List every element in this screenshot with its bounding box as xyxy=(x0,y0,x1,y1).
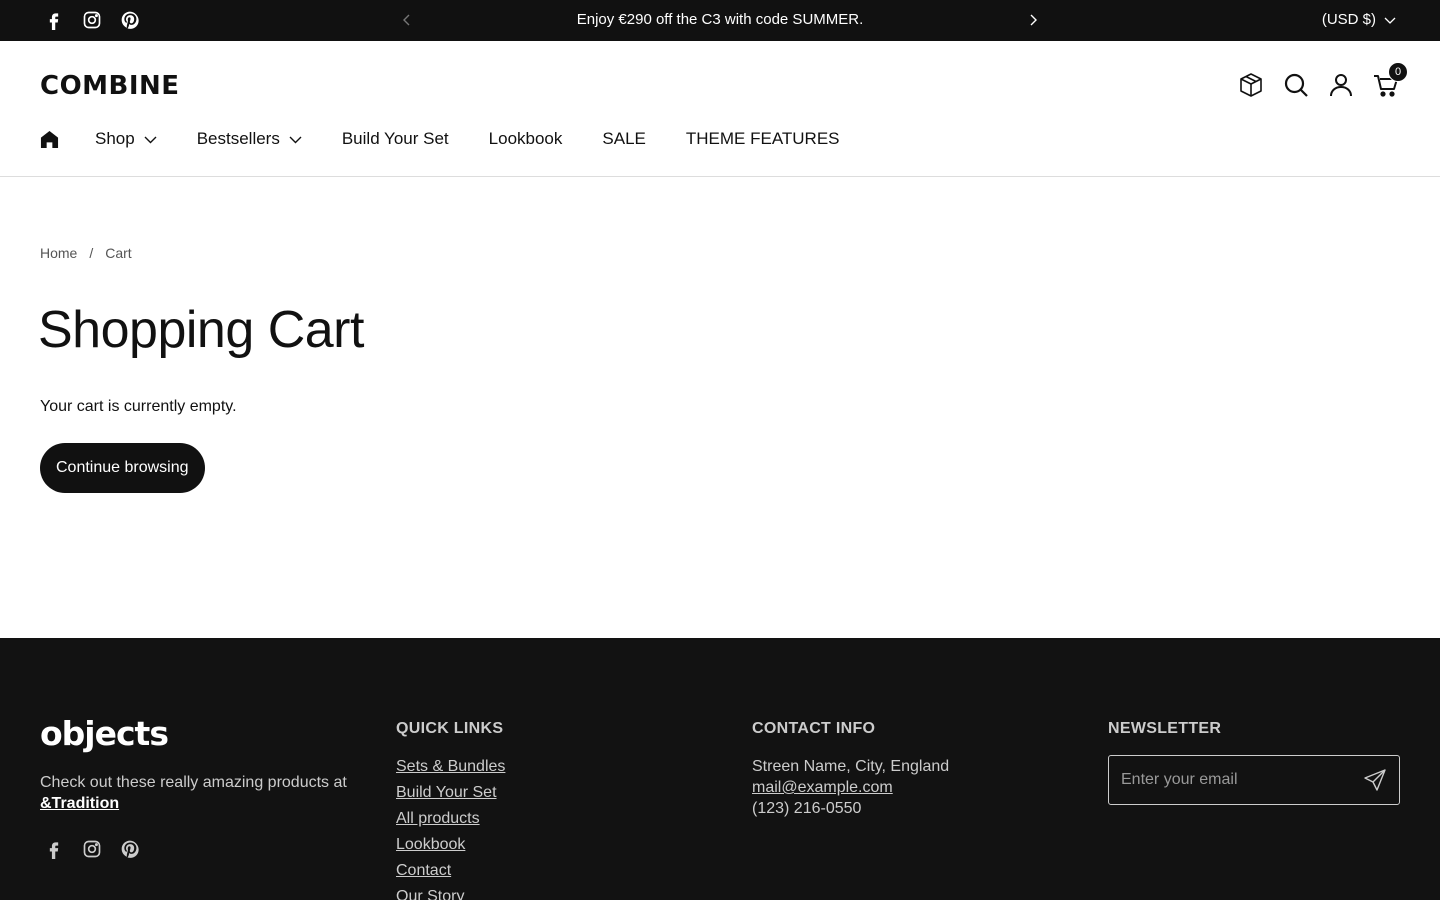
nav-item-sale[interactable]: SALE xyxy=(602,129,645,149)
breadcrumb-home-link[interactable]: Home xyxy=(40,245,77,261)
facebook-icon[interactable] xyxy=(42,837,66,861)
nav-item-theme-features[interactable]: THEME FEATURES xyxy=(686,129,840,149)
quick-link-all-products[interactable]: All products xyxy=(396,808,505,829)
site-footer: objects Check out these really amazing p… xyxy=(0,638,1440,900)
contact-phone: (123) 216-0550 xyxy=(752,800,862,817)
page-title: Shopping Cart xyxy=(38,301,364,359)
breadcrumb-current: Cart xyxy=(105,245,132,261)
contact-info: Streen Name, City, England mail@example.… xyxy=(752,756,949,819)
home-icon[interactable] xyxy=(40,129,60,149)
newsletter-form xyxy=(1108,755,1400,805)
nav-item-label: Bestsellers xyxy=(196,129,280,148)
instagram-icon[interactable] xyxy=(80,837,104,861)
instagram-icon[interactable] xyxy=(80,8,104,32)
previous-announcement-button[interactable] xyxy=(397,10,417,30)
quick-links-list: Sets & Bundles Build Your Set All produc… xyxy=(396,756,505,900)
search-icon[interactable] xyxy=(1282,71,1310,99)
send-icon[interactable] xyxy=(1351,756,1399,804)
social-links xyxy=(42,8,142,32)
pinterest-icon[interactable] xyxy=(118,8,142,32)
box-icon[interactable] xyxy=(1237,71,1265,99)
nav-item-lookbook[interactable]: Lookbook xyxy=(489,129,563,149)
contact-email-link[interactable]: mail@example.com xyxy=(752,779,893,796)
quick-link-sets-bundles[interactable]: Sets & Bundles xyxy=(396,756,505,777)
announcement-message[interactable]: Enjoy €290 off the C3 with code SUMMER. xyxy=(460,11,980,28)
breadcrumb: Home / Cart xyxy=(40,245,132,261)
nav-item-label: Shop xyxy=(95,129,135,148)
quick-link-build-your-set[interactable]: Build Your Set xyxy=(396,782,505,803)
main-navigation: Shop Bestsellers Build Your Set Lookbook… xyxy=(40,127,880,151)
cart-icon[interactable]: 0 xyxy=(1372,62,1408,99)
currency-label: (USD $) xyxy=(1321,11,1376,28)
footer-description-text: Check out these really amazing products … xyxy=(40,774,347,791)
nav-item-bestsellers[interactable]: Bestsellers xyxy=(197,129,302,149)
footer-social-links xyxy=(42,837,142,861)
chevron-down-icon xyxy=(289,136,302,143)
currency-selector[interactable]: (USD $) xyxy=(1322,11,1396,28)
chevron-down-icon xyxy=(144,136,157,143)
newsletter-heading: NEWSLETTER xyxy=(1108,720,1222,737)
account-icon[interactable] xyxy=(1327,71,1355,99)
continue-browsing-button[interactable]: Continue browsing xyxy=(40,443,205,493)
facebook-icon[interactable] xyxy=(42,8,66,32)
footer-brand-link[interactable]: &Tradition xyxy=(40,795,119,812)
cart-count-badge: 0 xyxy=(1388,62,1408,82)
empty-cart-message: Your cart is currently empty. xyxy=(40,398,237,415)
site-header: COMBINE 0 Shop Bestsellers Build Your Se… xyxy=(0,41,1440,177)
breadcrumb-separator: / xyxy=(89,245,94,261)
next-announcement-button[interactable] xyxy=(1023,10,1043,30)
contact-info-heading: CONTACT INFO xyxy=(752,720,876,737)
chevron-down-icon xyxy=(1384,17,1396,24)
site-logo[interactable]: COMBINE xyxy=(40,71,180,101)
footer-description: Check out these really amazing products … xyxy=(40,772,350,814)
quick-link-lookbook[interactable]: Lookbook xyxy=(396,834,505,855)
pinterest-icon[interactable] xyxy=(118,837,142,861)
quick-link-contact[interactable]: Contact xyxy=(396,860,505,881)
quick-link-our-story[interactable]: Our Story xyxy=(396,886,505,900)
contact-address: Streen Name, City, England xyxy=(752,758,950,775)
announcement-bar: Enjoy €290 off the C3 with code SUMMER. … xyxy=(0,0,1440,41)
newsletter-email-input[interactable] xyxy=(1109,771,1351,789)
nav-item-shop[interactable]: Shop xyxy=(95,129,157,149)
quick-links-heading: QUICK LINKS xyxy=(396,720,504,737)
header-actions: 0 xyxy=(1237,62,1408,99)
nav-item-build-your-set[interactable]: Build Your Set xyxy=(342,129,449,149)
footer-logo[interactable]: objects xyxy=(40,714,169,753)
